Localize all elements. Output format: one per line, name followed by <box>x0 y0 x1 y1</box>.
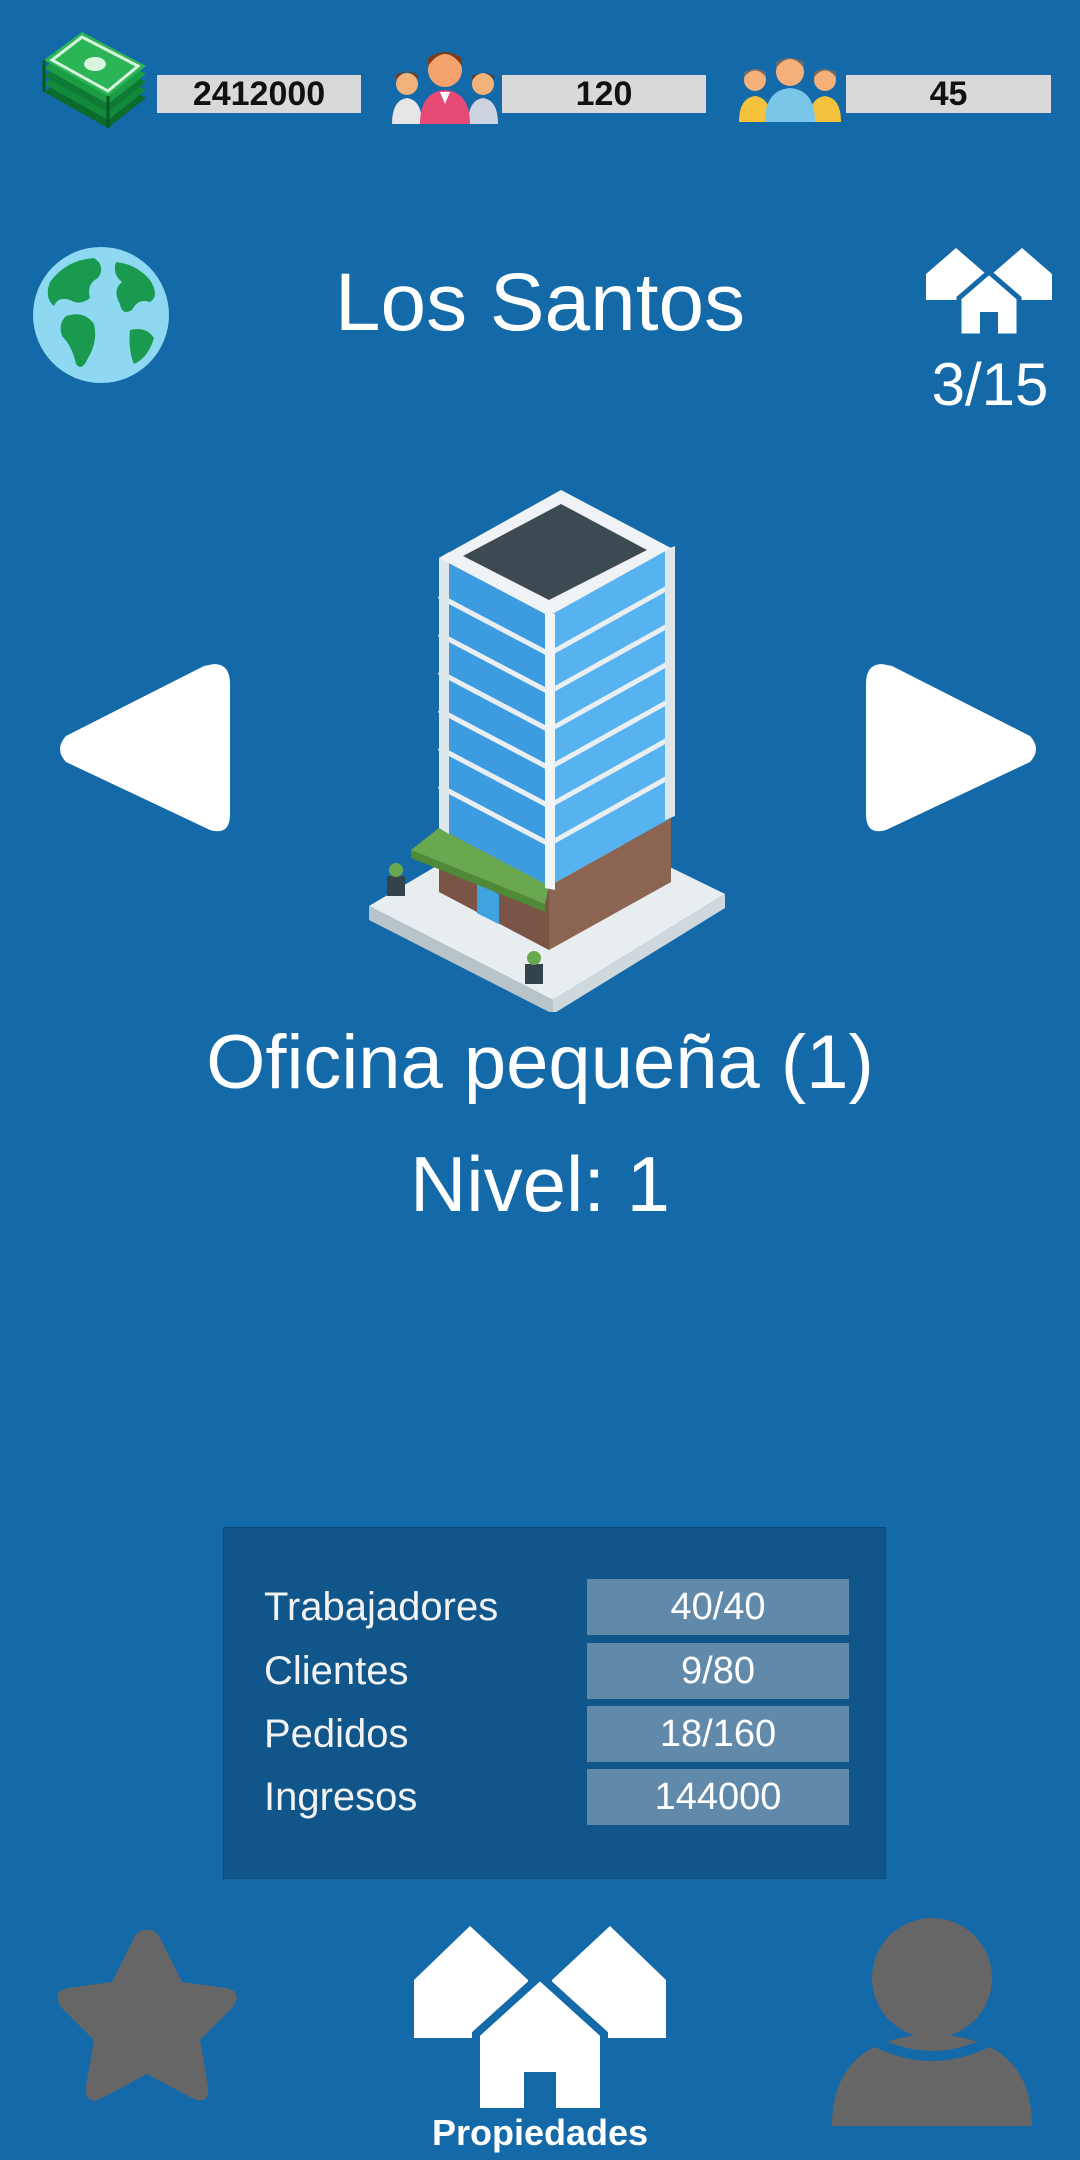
arrow-left-icon[interactable] <box>54 654 232 844</box>
stat-label: Ingresos <box>264 1775 418 1819</box>
arrow-right-icon[interactable] <box>864 654 1042 844</box>
stat-label: Trabajadores <box>264 1585 499 1629</box>
houses-icon[interactable] <box>924 244 1054 338</box>
properties-count: 3/15 <box>931 351 1049 418</box>
stat-label: Pedidos <box>264 1712 409 1756</box>
globe-icon[interactable] <box>32 246 170 384</box>
stats-panel: Trabajadores 40/40 Clientes 9/80 Pedidos… <box>223 1527 886 1879</box>
stat-row-orders: Pedidos 18/160 <box>224 1706 885 1762</box>
houses-nav-icon[interactable] <box>412 1922 668 2114</box>
stat-value: 40/40 <box>587 1579 849 1635</box>
stat-value: 144000 <box>587 1769 849 1825</box>
building-name: Oficina pequeña (1) <box>206 1020 874 1105</box>
clients-icon <box>739 58 841 122</box>
money-value: 2412000 <box>157 75 361 113</box>
stat-row-income: Ingresos 144000 <box>224 1769 885 1825</box>
building-level: Nivel: 1 <box>409 1140 671 1228</box>
workers-icon <box>392 52 498 124</box>
nav-properties-label[interactable]: Propiedades <box>390 2112 690 2154</box>
stat-value: 9/80 <box>587 1643 849 1699</box>
stat-value: 18/160 <box>587 1706 849 1762</box>
star-icon[interactable] <box>44 1920 250 2120</box>
city-title: Los Santos <box>334 257 746 348</box>
stat-label: Clientes <box>264 1649 409 1693</box>
stat-row-clients: Clientes 9/80 <box>224 1643 885 1699</box>
user-icon[interactable] <box>830 1916 1034 2126</box>
money-stack-icon <box>42 32 146 128</box>
clients-value: 45 <box>846 75 1051 113</box>
office-building-image <box>369 490 725 1012</box>
workers-value: 120 <box>502 75 706 113</box>
stat-row-workers: Trabajadores 40/40 <box>224 1579 885 1635</box>
